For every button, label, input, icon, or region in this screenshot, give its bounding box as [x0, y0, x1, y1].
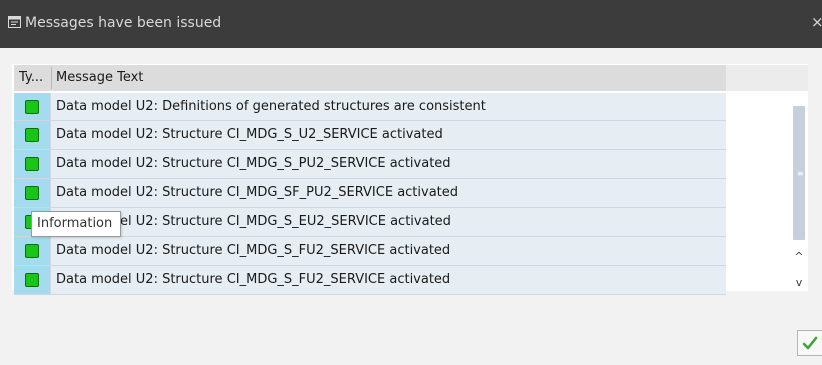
message-text-cell[interactable]: Data model U2: Definitions of generated … [51, 93, 726, 120]
message-text-cell[interactable]: Data model U2: Structure CI_MDG_SF_PU2_S… [51, 179, 726, 207]
table-header-filler [726, 65, 808, 91]
scroll-up-icon[interactable]: ^ [790, 249, 808, 265]
message-text-cell[interactable]: Data model U2: Structure CI_MDG_S_EU2_SE… [51, 208, 726, 236]
scroll-down-icon[interactable]: v [790, 275, 808, 291]
table-body: Data model U2: Definitions of generated … [14, 93, 726, 295]
type-cell[interactable] [14, 93, 51, 120]
type-cell[interactable] [14, 237, 51, 265]
dialog-titlebar: Messages have been issued × [0, 0, 822, 48]
table-row[interactable]: Data model U2: Structure CI_MDG_SF_PU2_S… [14, 179, 726, 208]
message-text-cell[interactable]: Data model U2: Structure CI_MDG_S_FU2_SE… [51, 237, 726, 265]
message-text-cell[interactable]: Data model U2: Structure CI_MDG_S_FU2_SE… [51, 266, 726, 294]
dialog-title: Messages have been issued [25, 15, 222, 31]
table-row[interactable]: Data model U2: Structure CI_MDG_S_FU2_SE… [14, 237, 726, 266]
message-dialog-icon [8, 15, 22, 29]
confirm-button[interactable] [797, 330, 822, 356]
checkmark-icon [802, 336, 818, 350]
table-row[interactable]: Data model U2: Structure CI_MDG_S_PU2_SE… [14, 150, 726, 179]
type-cell[interactable] [14, 266, 51, 294]
type-cell[interactable] [14, 150, 51, 178]
message-text-cell[interactable]: Data model U2: Structure CI_MDG_S_U2_SER… [51, 121, 726, 149]
information-tooltip: Information [31, 211, 121, 237]
message-text-cell[interactable]: Data model U2: Structure CI_MDG_S_PU2_SE… [51, 150, 726, 178]
type-cell[interactable] [14, 121, 51, 149]
table-row[interactable]: Data model U2: Definitions of generated … [14, 93, 726, 121]
close-icon[interactable]: × [811, 13, 822, 31]
column-header-message-text[interactable]: Message Text [56, 65, 256, 91]
type-cell[interactable] [14, 179, 51, 207]
information-icon [25, 157, 39, 171]
information-icon [25, 128, 39, 142]
message-table: Ty... Message Text Data model U2: Defini… [12, 64, 808, 295]
information-icon [25, 273, 39, 287]
table-row[interactable]: Data model U2: Structure CI_MDG_S_FU2_SE… [14, 266, 726, 295]
table-row[interactable]: Data model U2: Structure CI_MDG_S_U2_SER… [14, 121, 726, 150]
table-header: Ty... Message Text [14, 65, 726, 91]
information-icon [25, 186, 39, 200]
information-icon [25, 244, 39, 258]
information-icon [25, 100, 39, 114]
column-header-type[interactable]: Ty... [19, 65, 52, 91]
column-divider[interactable] [51, 67, 52, 89]
scrollbar-grip-icon: ≡ [797, 169, 804, 178]
